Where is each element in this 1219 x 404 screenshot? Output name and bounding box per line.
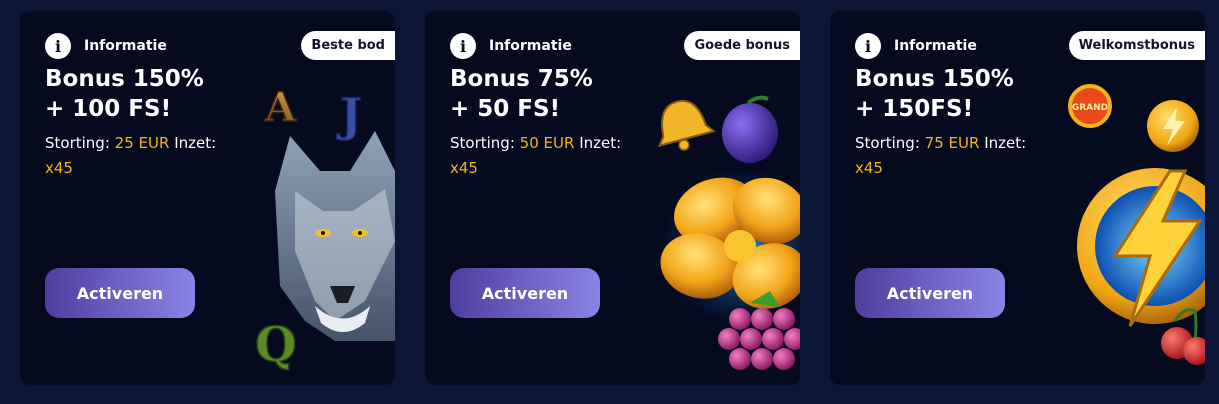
offer-badge: Goede bonus [684,31,800,60]
letter-q-icon: Q [254,316,297,374]
bonus-title-line2: + 150FS! [855,96,974,122]
activate-button[interactable]: Activeren [45,268,195,318]
bonus-card-best-offer: i Informatie Beste bod Bonus 150% + 100 … [20,11,395,385]
info-label[interactable]: Informatie [894,38,977,54]
bonus-terms: Storting: 25 EUR Inzet: x45 [45,131,245,181]
golden-clover-icon [660,166,800,326]
bonus-title-line1: Bonus 150% [45,66,204,92]
deposit-label: Storting: [450,134,515,152]
deposit-label: Storting: [45,134,110,152]
plum-icon [722,95,778,163]
wager-label: Inzet: [984,134,1027,152]
svg-text:GRAND: GRAND [1072,103,1108,113]
activate-button[interactable]: Activeren [450,268,600,318]
bonus-title-line1: Bonus 150% [855,66,1014,92]
info-label[interactable]: Informatie [84,38,167,54]
lightning-coin-large-icon [1077,168,1205,327]
letter-a-icon: A [263,83,298,132]
grand-coin-icon: GRAND [1068,84,1112,128]
info-link[interactable]: i Informatie [45,33,167,59]
lightning-coin-icon [1147,100,1199,152]
bonus-terms: Storting: 75 EUR Inzet: x45 [855,131,1055,181]
offer-badge: Welkomstbonus [1068,31,1205,60]
info-link[interactable]: i Informatie [450,33,572,59]
offer-badge: Beste bod [301,31,395,60]
bonus-title: Bonus 150% + 150FS! [855,64,1065,124]
wolf-slot-artwork: A J Q [254,83,395,374]
deposit-value: 50 EUR [519,134,575,152]
bonus-title-line1: Bonus 75% [450,66,593,92]
activate-button[interactable]: Activeren [855,268,1005,318]
info-icon[interactable]: i [450,33,476,59]
fruit-slot-artwork [657,95,800,370]
letter-j-icon: J [335,87,362,143]
wager-label: Inzet: [579,134,622,152]
wager-value: x45 [855,159,883,177]
bonus-title-line2: + 50 FS! [450,96,561,122]
bonus-terms: Storting: 50 EUR Inzet: x45 [450,131,650,181]
wager-value: x45 [45,159,73,177]
bonus-card-good-bonus: i Informatie Goede bonus Bonus 75% + 50 … [425,11,800,385]
bonus-card-welcome-bonus: i Informatie Welkomstbonus Bonus 150% + … [830,11,1205,385]
deposit-value: 75 EUR [924,134,980,152]
deposit-label: Storting: [855,134,920,152]
wager-label: Inzet: [174,134,217,152]
svg-text:Q: Q [255,317,297,373]
info-icon[interactable]: i [855,33,881,59]
bonus-cards-row: i Informatie Beste bod Bonus 150% + 100 … [0,0,1219,404]
svg-text:J: J [336,88,362,142]
bonus-title: Bonus 75% + 50 FS! [450,64,660,124]
deposit-value: 25 EUR [114,134,170,152]
bonus-title-line2: + 100 FS! [45,96,172,122]
bonus-title: Bonus 150% + 100 FS! [45,64,255,124]
info-link[interactable]: i Informatie [855,33,977,59]
coin-slot-artwork: GRAND [1068,84,1205,365]
info-label[interactable]: Informatie [489,38,572,54]
info-icon[interactable]: i [45,33,71,59]
wager-value: x45 [450,159,478,177]
wolf-icon [275,131,395,341]
svg-text:A: A [264,84,297,131]
